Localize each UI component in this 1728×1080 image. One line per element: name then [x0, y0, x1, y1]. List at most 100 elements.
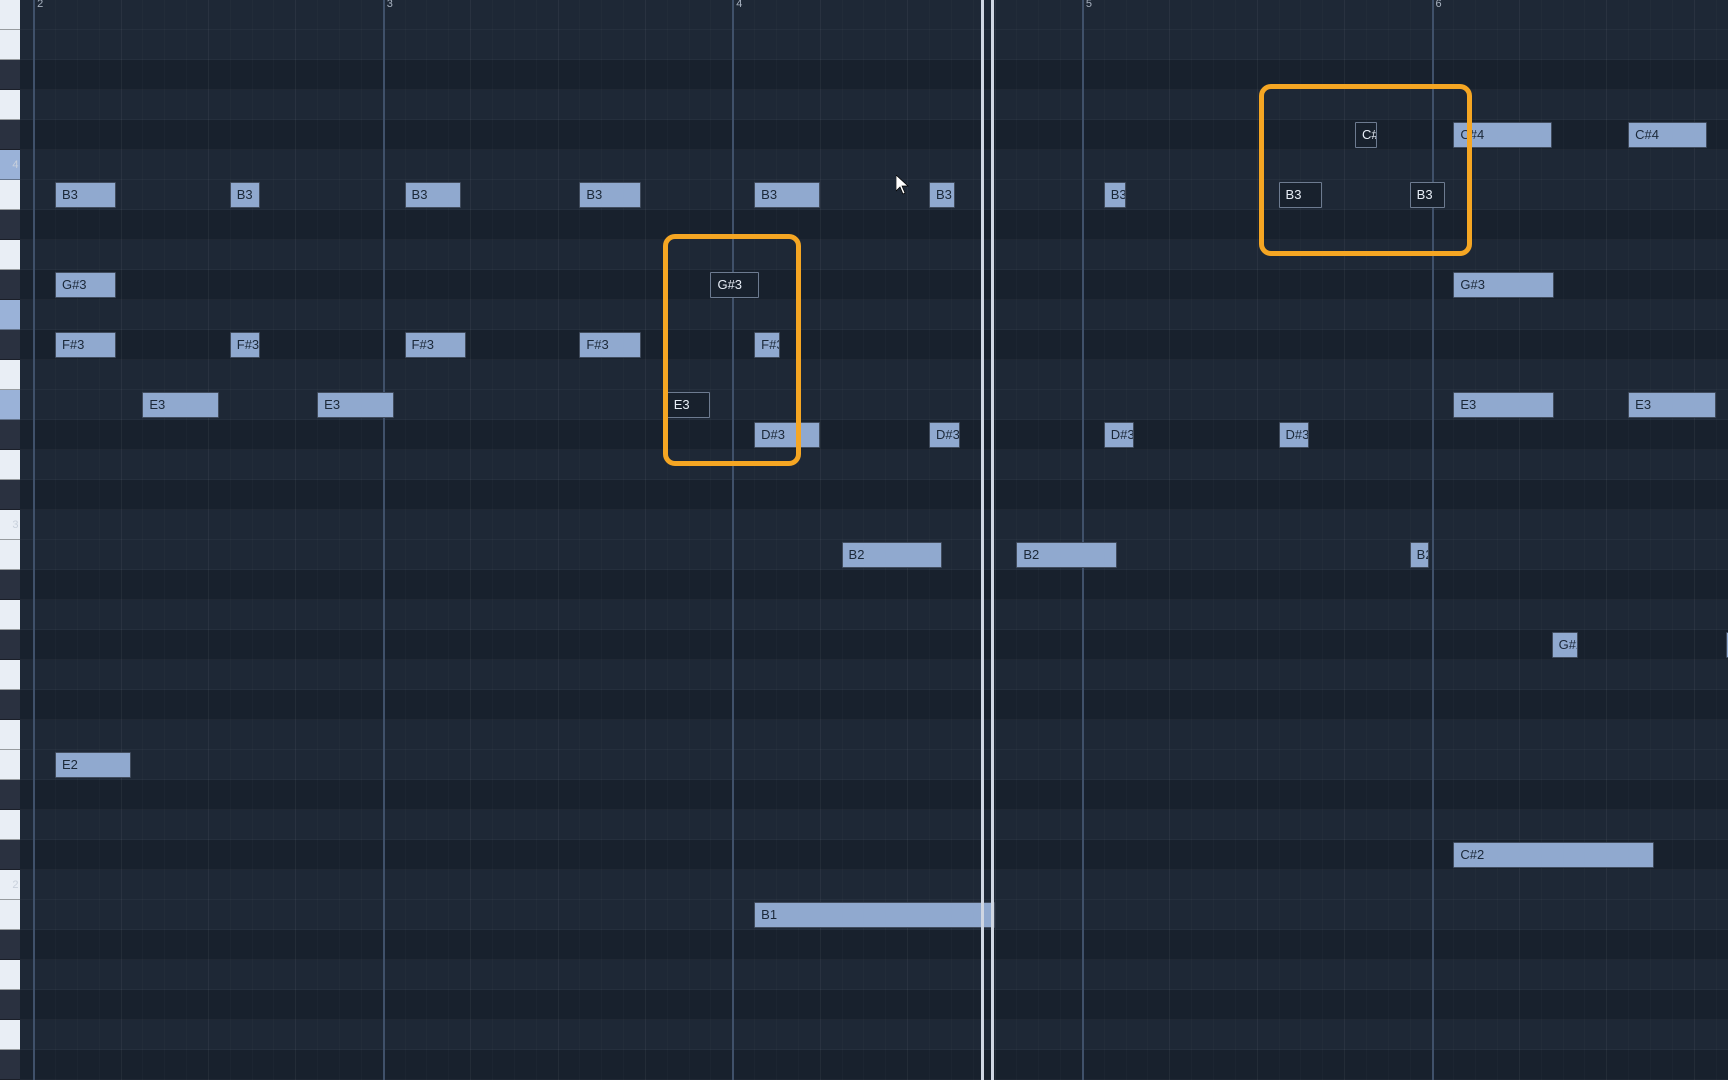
midi-note[interactable]: F#3: [230, 332, 261, 358]
midi-note[interactable]: D#3: [929, 422, 960, 448]
piano-key[interactable]: [0, 180, 20, 210]
piano-key[interactable]: [0, 0, 20, 30]
midi-note[interactable]: E2: [55, 752, 131, 778]
piano-key[interactable]: [0, 630, 20, 660]
piano-key[interactable]: [0, 210, 20, 240]
midi-note[interactable]: B3: [579, 182, 640, 208]
grid-row[interactable]: [20, 600, 1728, 630]
midi-note[interactable]: B3: [230, 182, 261, 208]
piano-key[interactable]: [0, 300, 20, 330]
piano-keys-gutter[interactable]: 432: [0, 0, 20, 1080]
midi-note[interactable]: B2: [1016, 542, 1117, 568]
grid-row[interactable]: [20, 480, 1728, 510]
grid-row[interactable]: [20, 1020, 1728, 1050]
grid-row[interactable]: [20, 60, 1728, 90]
grid-row[interactable]: [20, 1050, 1728, 1080]
midi-note[interactable]: B3: [929, 182, 955, 208]
midi-note[interactable]: E3: [142, 392, 218, 418]
piano-key[interactable]: [0, 660, 20, 690]
piano-key[interactable]: [0, 990, 20, 1020]
midi-note[interactable]: E3: [667, 392, 711, 418]
midi-note[interactable]: F#3: [754, 332, 780, 358]
grid-row[interactable]: [20, 690, 1728, 720]
midi-note[interactable]: F#3: [405, 332, 466, 358]
midi-note[interactable]: B2: [1410, 542, 1430, 568]
grid-row[interactable]: [20, 450, 1728, 480]
piano-key[interactable]: [0, 30, 20, 60]
midi-note[interactable]: D#3: [1279, 422, 1310, 448]
midi-note[interactable]: F#3: [579, 332, 640, 358]
midi-note[interactable]: B3: [405, 182, 462, 208]
piano-key[interactable]: [0, 960, 20, 990]
piano-key[interactable]: [0, 840, 20, 870]
midi-note[interactable]: B3: [1410, 182, 1445, 208]
grid-row[interactable]: [20, 570, 1728, 600]
piano-key[interactable]: [0, 780, 20, 810]
grid-row[interactable]: [20, 870, 1728, 900]
note-grid[interactable]: 23456B3B3B3B3B3B3B3B3B3C#C#4C#4G#3G#3G#3…: [20, 0, 1728, 1080]
midi-note[interactable]: E3: [1453, 392, 1554, 418]
midi-note[interactable]: C#4: [1628, 122, 1707, 148]
piano-key[interactable]: [0, 1020, 20, 1050]
midi-note[interactable]: B3: [55, 182, 116, 208]
grid-row[interactable]: [20, 180, 1728, 210]
piano-roll[interactable]: 432 23456B3B3B3B3B3B3B3B3B3C#C#4C#4G#3G#…: [0, 0, 1728, 1080]
piano-key[interactable]: [0, 540, 20, 570]
piano-key[interactable]: [0, 240, 20, 270]
grid-row[interactable]: [20, 30, 1728, 60]
grid-row[interactable]: [20, 810, 1728, 840]
grid-row[interactable]: [20, 0, 1728, 30]
midi-note[interactable]: B2: [842, 542, 943, 568]
midi-note[interactable]: B3: [1279, 182, 1323, 208]
piano-key[interactable]: [0, 60, 20, 90]
grid-row[interactable]: [20, 210, 1728, 240]
grid-row[interactable]: [20, 360, 1728, 390]
piano-key[interactable]: [0, 360, 20, 390]
piano-key[interactable]: [0, 690, 20, 720]
midi-note[interactable]: G#3: [1453, 272, 1554, 298]
midi-note[interactable]: E3: [317, 392, 393, 418]
piano-key[interactable]: [0, 750, 20, 780]
piano-key[interactable]: [0, 930, 20, 960]
grid-row[interactable]: [20, 960, 1728, 990]
piano-key[interactable]: [0, 720, 20, 750]
grid-row[interactable]: [20, 720, 1728, 750]
piano-key[interactable]: [0, 330, 20, 360]
grid-row[interactable]: [20, 750, 1728, 780]
grid-row[interactable]: [20, 90, 1728, 120]
piano-key[interactable]: [0, 600, 20, 630]
piano-key[interactable]: [0, 810, 20, 840]
piano-key[interactable]: [0, 390, 20, 420]
midi-note[interactable]: C#4: [1453, 122, 1551, 148]
midi-note[interactable]: B3: [754, 182, 820, 208]
piano-key[interactable]: [0, 120, 20, 150]
midi-note[interactable]: C#2: [1453, 842, 1654, 868]
grid-row[interactable]: [20, 510, 1728, 540]
midi-note[interactable]: B3: [1104, 182, 1126, 208]
piano-key[interactable]: [0, 450, 20, 480]
grid-row[interactable]: [20, 660, 1728, 690]
midi-note[interactable]: D#3: [1104, 422, 1135, 448]
grid-row[interactable]: [20, 930, 1728, 960]
piano-key[interactable]: [0, 480, 20, 510]
midi-note[interactable]: E3: [1628, 392, 1715, 418]
midi-note[interactable]: F#3: [55, 332, 116, 358]
grid-row[interactable]: [20, 990, 1728, 1020]
grid-row[interactable]: [20, 330, 1728, 360]
piano-key[interactable]: [0, 1050, 20, 1080]
midi-note[interactable]: B1: [754, 902, 994, 928]
midi-note[interactable]: C#: [1355, 122, 1377, 148]
midi-note[interactable]: G#3: [710, 272, 758, 298]
piano-key[interactable]: [0, 270, 20, 300]
midi-note[interactable]: G#3: [55, 272, 116, 298]
grid-row[interactable]: [20, 780, 1728, 810]
grid-row[interactable]: [20, 150, 1728, 180]
piano-key[interactable]: [0, 570, 20, 600]
midi-note[interactable]: D#3: [754, 422, 820, 448]
grid-row[interactable]: [20, 240, 1728, 270]
midi-note[interactable]: G#2: [1552, 632, 1578, 658]
grid-row[interactable]: [20, 630, 1728, 660]
grid-row[interactable]: [20, 300, 1728, 330]
grid-row[interactable]: [20, 420, 1728, 450]
piano-key[interactable]: [0, 420, 20, 450]
